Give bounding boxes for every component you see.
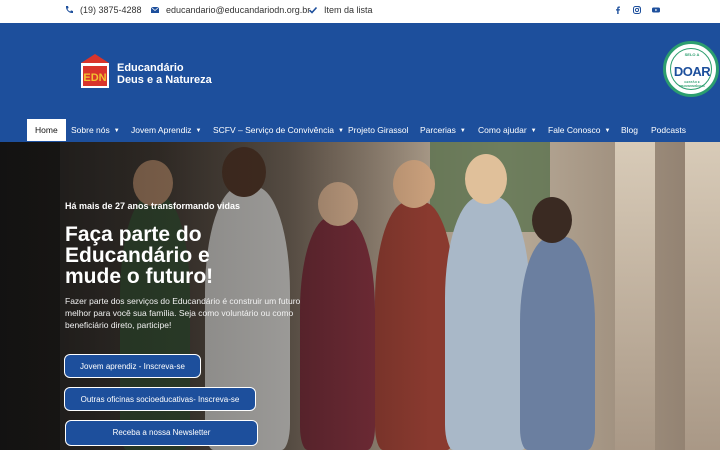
top-bar: (19) 3875-4288 educandario@educandariodn… <box>0 0 720 23</box>
doar-seal[interactable]: SELO A DOAR GESTÃO E TRANSPARÊNCIA <box>663 41 719 97</box>
chevron-down-icon: ▼ <box>337 128 344 134</box>
check-icon <box>308 5 318 15</box>
hero-headline: Faça parte do Educandário e mude o futur… <box>65 224 315 287</box>
nav-item-jovem-aprendiz[interactable]: Jovem Aprendiz ▼ <box>131 119 201 141</box>
chevron-down-icon: ▼ <box>113 128 120 134</box>
hero-section: Há mais de 27 anos transformando vidas F… <box>0 142 720 450</box>
nav-item-parcerias[interactable]: Parcerias ▼ <box>420 119 466 141</box>
chevron-down-icon: ▼ <box>604 128 611 134</box>
logo-line1: Educandário <box>117 62 184 74</box>
envelope-icon <box>150 5 160 15</box>
email-contact[interactable]: educandario@educandariodn.org.br <box>150 5 310 15</box>
seal-word: DOAR <box>673 64 711 79</box>
social-links <box>613 5 661 15</box>
doar-seal-ring: SELO A DOAR GESTÃO E TRANSPARÊNCIA <box>670 48 712 90</box>
logo-line2: Deus e a Natureza <box>117 74 212 86</box>
seal-bottom-text: GESTÃO E TRANSPARÊNCIA <box>679 80 705 88</box>
nav-item-blog[interactable]: Blog <box>621 119 638 141</box>
nav-label: Podcasts <box>651 125 686 135</box>
chevron-down-icon: ▼ <box>195 128 202 134</box>
nav-item-podcasts[interactable]: Podcasts <box>651 119 686 141</box>
site-header: EDN Educandário Deus e a Natureza SELO A… <box>0 23 720 119</box>
jovem-aprendiz-signup-button[interactable]: Jovem aprendiz - Inscreva-se <box>64 354 201 378</box>
chevron-down-icon: ▼ <box>530 128 537 134</box>
list-item-label: Item da lista <box>324 5 373 15</box>
main-nav: Home Sobre nós ▼ Jovem Aprendiz ▼ SCFV – S… <box>0 119 720 142</box>
instagram-icon[interactable] <box>632 5 642 15</box>
hero-lead: Fazer parte dos serviços do Educandário … <box>65 296 301 330</box>
facebook-icon[interactable] <box>613 5 623 15</box>
hero-eyebrow: Há mais de 27 anos transformando vidas <box>65 201 241 211</box>
nav-item-como-ajudar[interactable]: Como ajudar ▼ <box>478 119 537 141</box>
seal-top-text: SELO A <box>684 52 700 57</box>
nav-label: SCFV – Serviço de Convivência <box>213 125 334 135</box>
nav-item-sobre-nos[interactable]: Sobre nós ▼ <box>71 119 120 141</box>
nav-label: Projeto Girassol <box>348 125 409 135</box>
youtube-icon[interactable] <box>651 5 661 15</box>
nav-label: Fale Conosco <box>548 125 601 135</box>
oficinas-signup-button[interactable]: Outras oficinas socioeducativas- Inscrev… <box>64 387 256 411</box>
phone-number: (19) 3875-4288 <box>80 5 142 15</box>
headline-line: mude o futuro! <box>65 265 214 288</box>
nav-item-home[interactable]: Home <box>27 119 66 141</box>
chevron-down-icon: ▼ <box>459 128 466 134</box>
nav-label: Blog <box>621 125 639 135</box>
nav-label: Parcerias <box>420 125 456 135</box>
nav-label: Como ajudar <box>478 125 527 135</box>
edn-logo[interactable]: EDN <box>79 53 111 89</box>
phone-icon <box>64 5 74 15</box>
nav-item-scfv[interactable]: SCFV – Serviço de Convivência ▼ <box>213 119 344 141</box>
newsletter-button[interactable]: Receba a nossa Newsletter <box>65 420 258 446</box>
phone-contact[interactable]: (19) 3875-4288 <box>64 5 142 15</box>
headline-line: Faça parte do <box>65 223 202 246</box>
list-item-link[interactable]: Item da lista <box>308 5 373 15</box>
nav-item-projeto-girassol[interactable]: Projeto Girassol <box>348 119 408 141</box>
logo-wordmark[interactable]: Educandário Deus e a Natureza <box>117 62 212 86</box>
nav-item-fale-conosco[interactable]: Fale Conosco ▼ <box>548 119 610 141</box>
nav-label: Home <box>35 125 58 135</box>
nav-label: Sobre nós <box>71 125 110 135</box>
svg-text:EDN: EDN <box>83 72 106 84</box>
nav-label: Jovem Aprendiz <box>131 125 192 135</box>
headline-line: Educandário e <box>65 244 210 267</box>
email-address: educandario@educandariodn.org.br <box>166 5 311 15</box>
